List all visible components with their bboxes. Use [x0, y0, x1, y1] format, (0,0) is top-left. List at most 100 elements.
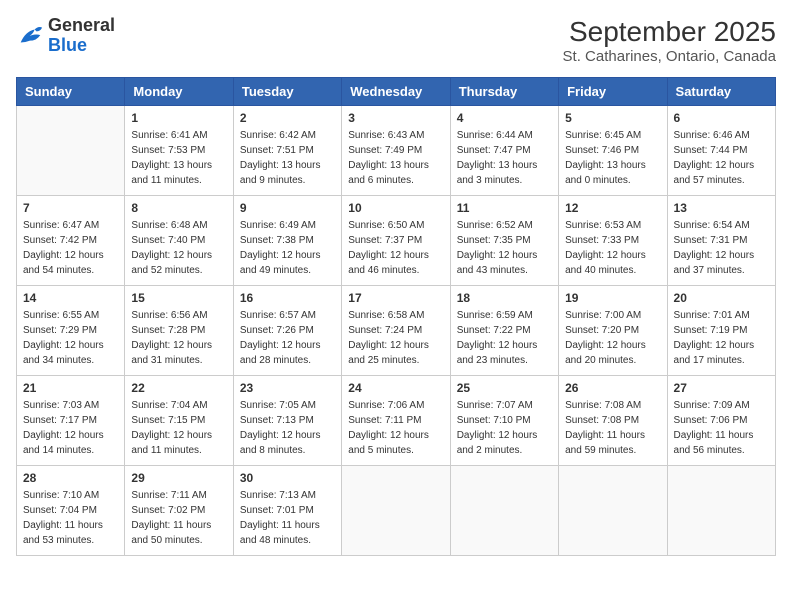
calendar-cell: 23 Sunrise: 7:05 AMSunset: 7:13 PMDayligh… [233, 376, 341, 466]
day-info: Sunrise: 6:43 AMSunset: 7:49 PMDaylight:… [348, 128, 443, 188]
day-number: 21 [23, 381, 118, 395]
calendar-cell: 26Sunrise: 7:08 AMSunset: 7:08 PMDayligh… [559, 376, 667, 466]
day-header-tuesday: Tuesday [233, 78, 341, 106]
calendar-cell: 14 Sunrise: 6:55 AMSunset: 7:29 PMDayligh… [17, 286, 125, 376]
calendar-cell: 29Sunrise: 7:11 AMSunset: 7:02 PMDayligh… [125, 466, 233, 556]
calendar-cell: 8Sunrise: 6:48 AMSunset: 7:40 PMDaylight… [125, 196, 233, 286]
calendar-cell: 17 Sunrise: 6:58 AMSunset: 7:24 PMDayligh… [342, 286, 450, 376]
logo-general-text: General [48, 15, 115, 35]
day-info: Sunrise: 6:41 AMSunset: 7:53 PMDaylight:… [131, 128, 226, 188]
day-info: Sunrise: 6:54 AMSunset: 7:31 PMDaylight:… [674, 218, 769, 278]
day-header-friday: Friday [559, 78, 667, 106]
day-info: Sunrise: 6:55 AMSunset: 7:29 PMDaylight:… [23, 308, 118, 368]
calendar-cell: 7 Sunrise: 6:47 AMSunset: 7:42 PMDaylight… [17, 196, 125, 286]
calendar-table: SundayMondayTuesdayWednesdayThursdayFrid… [16, 77, 776, 556]
day-number: 23 [240, 381, 335, 395]
calendar-cell: 30Sunrise: 7:13 AMSunset: 7:01 PMDayligh… [233, 466, 341, 556]
day-number: 7 [23, 201, 118, 215]
calendar-cell: 1 Sunrise: 6:41 AMSunset: 7:53 PMDaylight… [125, 106, 233, 196]
day-info: Sunrise: 6:57 AMSunset: 7:26 PMDaylight:… [240, 308, 335, 368]
day-header-sunday: Sunday [17, 78, 125, 106]
day-info: Sunrise: 6:50 AMSunset: 7:37 PMDaylight:… [348, 218, 443, 278]
day-info: Sunrise: 6:52 AMSunset: 7:35 PMDaylight:… [457, 218, 552, 278]
day-info: Sunrise: 6:44 AMSunset: 7:47 PMDaylight:… [457, 128, 552, 188]
calendar-cell: 24 Sunrise: 7:06 AMSunset: 7:11 PMDayligh… [342, 376, 450, 466]
day-number: 2 [240, 111, 335, 125]
calendar-cell [450, 466, 558, 556]
day-number: 22 [131, 381, 226, 395]
calendar-cell: 25Sunrise: 7:07 AMSunset: 7:10 PMDayligh… [450, 376, 558, 466]
day-number: 14 [23, 291, 118, 305]
day-number: 28 [23, 471, 118, 485]
day-number: 18 [457, 291, 552, 305]
day-number: 11 [457, 201, 552, 215]
day-info: Sunrise: 6:45 AMSunset: 7:46 PMDaylight:… [565, 128, 660, 188]
calendar-cell: 5 Sunrise: 6:45 AMSunset: 7:46 PMDaylight… [559, 106, 667, 196]
day-number: 24 [348, 381, 443, 395]
day-info: Sunrise: 7:03 AMSunset: 7:17 PMDaylight:… [23, 398, 118, 458]
day-number: 15 [131, 291, 226, 305]
day-info: Sunrise: 7:01 AMSunset: 7:19 PMDaylight:… [674, 308, 769, 368]
logo-blue-text: Blue [48, 35, 87, 55]
day-number: 20 [674, 291, 769, 305]
day-number: 9 [240, 201, 335, 215]
calendar-cell: 18 Sunrise: 6:59 AMSunset: 7:22 PMDayligh… [450, 286, 558, 376]
day-header-saturday: Saturday [667, 78, 775, 106]
title-block: September 2025 St. Catharines, Ontario, … [563, 16, 776, 65]
day-number: 19 [565, 291, 660, 305]
day-info: Sunrise: 6:53 AMSunset: 7:33 PMDaylight:… [565, 218, 660, 278]
day-info: Sunrise: 6:47 AMSunset: 7:42 PMDaylight:… [23, 218, 118, 278]
week-row-2: 7 Sunrise: 6:47 AMSunset: 7:42 PMDaylight… [17, 196, 776, 286]
calendar-cell: 11 Sunrise: 6:52 AMSunset: 7:35 PMDayligh… [450, 196, 558, 286]
day-number: 6 [674, 111, 769, 125]
day-header-monday: Monday [125, 78, 233, 106]
day-header-thursday: Thursday [450, 78, 558, 106]
calendar-cell [559, 466, 667, 556]
week-row-1: 1 Sunrise: 6:41 AMSunset: 7:53 PMDaylight… [17, 106, 776, 196]
day-number: 25 [457, 381, 552, 395]
day-number: 13 [674, 201, 769, 215]
calendar-subtitle: St. Catharines, Ontario, Canada [563, 48, 776, 65]
calendar-cell: 20 Sunrise: 7:01 AMSunset: 7:19 PMDayligh… [667, 286, 775, 376]
day-number: 4 [457, 111, 552, 125]
calendar-cell: 6 Sunrise: 6:46 AMSunset: 7:44 PMDaylight… [667, 106, 775, 196]
day-number: 17 [348, 291, 443, 305]
day-info: Sunrise: 7:09 AMSunset: 7:06 PMDaylight:… [674, 398, 769, 458]
day-info: Sunrise: 7:10 AMSunset: 7:04 PMDaylight:… [23, 488, 118, 548]
calendar-header-row: SundayMondayTuesdayWednesdayThursdayFrid… [17, 78, 776, 106]
calendar-cell [342, 466, 450, 556]
calendar-cell: 27 Sunrise: 7:09 AMSunset: 7:06 PMDayligh… [667, 376, 775, 466]
day-info: Sunrise: 7:04 AMSunset: 7:15 PMDaylight:… [131, 398, 226, 458]
day-number: 16 [240, 291, 335, 305]
day-info: Sunrise: 6:46 AMSunset: 7:44 PMDaylight:… [674, 128, 769, 188]
day-info: Sunrise: 6:56 AMSunset: 7:28 PMDaylight:… [131, 308, 226, 368]
day-number: 1 [131, 111, 226, 125]
day-info: Sunrise: 7:08 AMSunset: 7:08 PMDaylight:… [565, 398, 660, 458]
day-info: Sunrise: 6:48 AMSunset: 7:40 PMDaylight:… [131, 218, 226, 278]
day-info: Sunrise: 7:05 AMSunset: 7:13 PMDaylight:… [240, 398, 335, 458]
page-header: General Blue September 2025 St. Catharin… [16, 16, 776, 65]
calendar-cell [667, 466, 775, 556]
day-info: Sunrise: 7:13 AMSunset: 7:01 PMDaylight:… [240, 488, 335, 548]
day-number: 3 [348, 111, 443, 125]
calendar-title: September 2025 [563, 16, 776, 48]
day-number: 5 [565, 111, 660, 125]
day-number: 29 [131, 471, 226, 485]
day-info: Sunrise: 7:00 AMSunset: 7:20 PMDaylight:… [565, 308, 660, 368]
week-row-3: 14 Sunrise: 6:55 AMSunset: 7:29 PMDayligh… [17, 286, 776, 376]
day-info: Sunrise: 6:59 AMSunset: 7:22 PMDaylight:… [457, 308, 552, 368]
calendar-cell: 13 Sunrise: 6:54 AMSunset: 7:31 PMDayligh… [667, 196, 775, 286]
calendar-cell: 3 Sunrise: 6:43 AMSunset: 7:49 PMDaylight… [342, 106, 450, 196]
day-number: 27 [674, 381, 769, 395]
calendar-cell: 2Sunrise: 6:42 AMSunset: 7:51 PMDaylight… [233, 106, 341, 196]
week-row-5: 28 Sunrise: 7:10 AMSunset: 7:04 PMDayligh… [17, 466, 776, 556]
day-info: Sunrise: 6:58 AMSunset: 7:24 PMDaylight:… [348, 308, 443, 368]
calendar-body: 1 Sunrise: 6:41 AMSunset: 7:53 PMDaylight… [17, 106, 776, 556]
day-info: Sunrise: 6:49 AMSunset: 7:38 PMDaylight:… [240, 218, 335, 278]
calendar-cell: 21 Sunrise: 7:03 AMSunset: 7:17 PMDayligh… [17, 376, 125, 466]
day-info: Sunrise: 7:06 AMSunset: 7:11 PMDaylight:… [348, 398, 443, 458]
calendar-cell: 12 Sunrise: 6:53 AMSunset: 7:33 PMDayligh… [559, 196, 667, 286]
calendar-cell: 22 Sunrise: 7:04 AMSunset: 7:15 PMDayligh… [125, 376, 233, 466]
calendar-cell: 16 Sunrise: 6:57 AMSunset: 7:26 PMDayligh… [233, 286, 341, 376]
day-number: 12 [565, 201, 660, 215]
